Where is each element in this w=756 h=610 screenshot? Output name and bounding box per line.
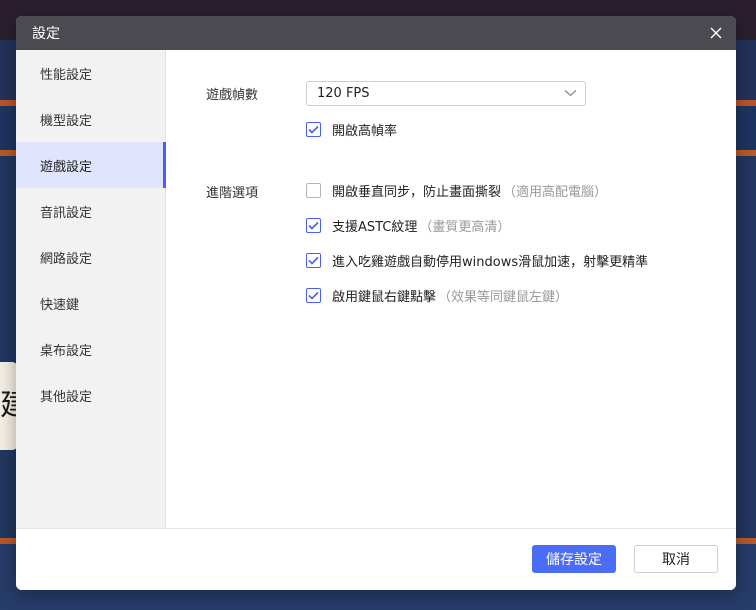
right-click-checkbox[interactable]: [306, 288, 321, 303]
astc-hint: （畫質更高清）: [419, 220, 511, 235]
checkmark-icon: [308, 125, 319, 134]
astc-option: 支援ASTC紋理 （畫質更高清）: [306, 216, 510, 235]
high-fps-label: 開啟高幀率: [332, 124, 398, 139]
sidebar-item-label: 音訊設定: [40, 205, 93, 221]
dialog-titlebar: 設定: [16, 16, 736, 50]
sidebar-item-label: 桌布設定: [40, 343, 93, 359]
dialog-body: 性能設定 機型設定 遊戲設定 音訊設定 網路設定 快速鍵 桌布設定 其他設定 遊…: [16, 50, 736, 528]
astc-label: 支援ASTC紋理: [332, 220, 418, 235]
settings-sidebar: 性能設定 機型設定 遊戲設定 音訊設定 網路設定 快速鍵 桌布設定 其他設定: [16, 50, 166, 528]
sidebar-item-label: 遊戲設定: [40, 159, 93, 175]
close-icon: [710, 27, 722, 39]
vsync-option: 開啟垂直同步，防止畫面撕裂 （適用高配電腦）: [306, 181, 607, 200]
checkmark-icon: [308, 221, 319, 230]
settings-dialog: 設定 性能設定 機型設定 遊戲設定 音訊設定 網路設定 快速鍵 桌布設定 其他設…: [16, 16, 736, 590]
sidebar-item-label: 性能設定: [40, 67, 93, 83]
sidebar-item-label: 網路設定: [40, 251, 93, 267]
high-fps-checkbox[interactable]: [306, 122, 321, 137]
advanced-options-label: 進階選項: [206, 186, 259, 201]
settings-content: 遊戲幀數 120 FPS 開啟高幀率 進階選項 開啟垂直同步，防止畫面撕裂 （適…: [166, 50, 736, 528]
mouse-accel-label: 進入吃雞遊戲自動停用windows滑鼠加速，射擊更精準: [332, 255, 649, 270]
cancel-button[interactable]: 取消: [634, 545, 718, 573]
close-button[interactable]: [706, 23, 726, 43]
sidebar-item-label: 機型設定: [40, 113, 93, 129]
high-fps-option: 開啟高幀率: [306, 120, 397, 139]
vsync-label: 開啟垂直同步，防止畫面撕裂: [332, 185, 502, 200]
right-click-label: 啟用鍵鼠右鍵點擊: [332, 290, 437, 305]
sidebar-item-wallpaper[interactable]: 桌布設定: [16, 326, 165, 372]
chevron-down-icon: [564, 90, 577, 97]
sidebar-item-label: 其他設定: [40, 389, 93, 405]
sidebar-item-hotkeys[interactable]: 快速鍵: [16, 280, 165, 326]
fps-select-value: 120 FPS: [317, 86, 370, 101]
sidebar-item-audio[interactable]: 音訊設定: [16, 188, 165, 234]
right-click-option: 啟用鍵鼠右鍵點擊 （效果等同鍵鼠左鍵）: [306, 286, 568, 305]
sidebar-item-network[interactable]: 網路設定: [16, 234, 165, 280]
fps-select[interactable]: 120 FPS: [306, 81, 586, 106]
sidebar-item-device-model[interactable]: 機型設定: [16, 96, 165, 142]
astc-checkbox[interactable]: [306, 218, 321, 233]
sidebar-item-other[interactable]: 其他設定: [16, 372, 165, 418]
checkmark-icon: [308, 256, 319, 265]
vsync-checkbox[interactable]: [306, 183, 321, 198]
mouse-accel-checkbox[interactable]: [306, 253, 321, 268]
checkmark-icon: [308, 291, 319, 300]
right-click-hint: （效果等同鍵鼠左鍵）: [438, 290, 569, 305]
mouse-accel-option: 進入吃雞遊戲自動停用windows滑鼠加速，射擊更精準: [306, 251, 648, 270]
dialog-title: 設定: [32, 26, 60, 42]
dialog-footer: 儲存設定 取消: [16, 528, 736, 590]
sidebar-item-performance[interactable]: 性能設定: [16, 50, 165, 96]
save-button[interactable]: 儲存設定: [532, 545, 616, 573]
vsync-hint: （適用高配電腦）: [503, 185, 608, 200]
fps-label: 遊戲幀數: [206, 88, 259, 103]
sidebar-item-game[interactable]: 遊戲設定: [16, 142, 166, 188]
sidebar-item-label: 快速鍵: [40, 297, 80, 313]
